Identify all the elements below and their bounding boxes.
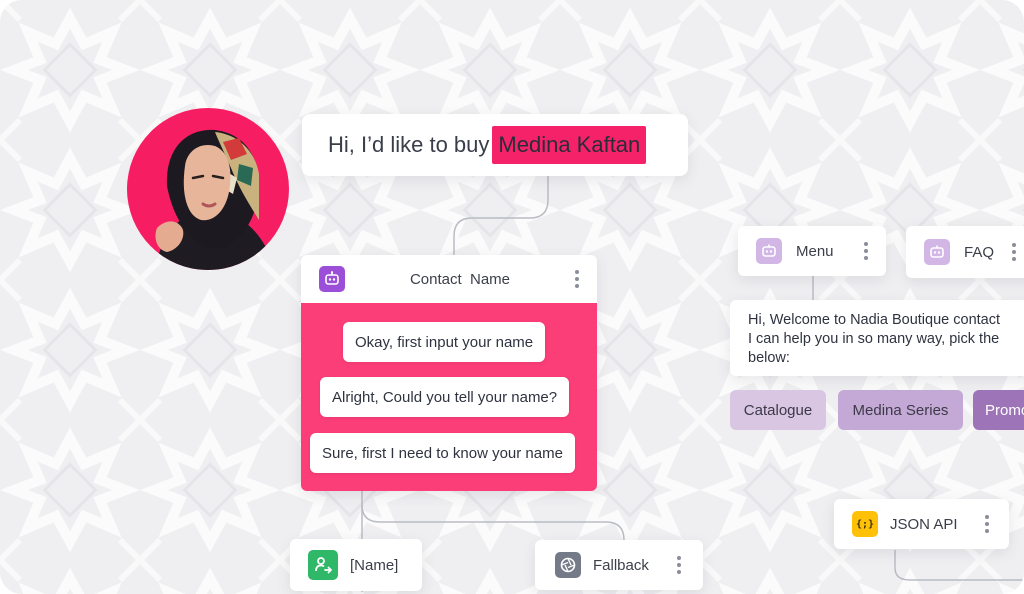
- name-variable-label: [Name]: [350, 556, 399, 574]
- more-options-icon[interactable]: [985, 515, 989, 533]
- contact-name-header: Contact Name: [301, 255, 597, 303]
- code-braces-icon: {;}: [852, 511, 878, 537]
- flow-canvas: Hi, I’d like to buy Medina Kaftan Contac…: [0, 0, 1024, 594]
- faq-node[interactable]: FAQ: [906, 226, 1024, 278]
- fallback-node[interactable]: Fallback: [535, 540, 703, 590]
- welcome-line: below:: [748, 350, 790, 366]
- menu-label: Menu: [796, 242, 834, 260]
- aperture-icon: [555, 552, 581, 578]
- more-options-icon[interactable]: [677, 556, 681, 574]
- quick-reply-promo[interactable]: Promo: [973, 390, 1024, 430]
- json-api-node[interactable]: {;} JSON API: [834, 499, 1009, 549]
- contact-name-title: Contact Name: [409, 270, 511, 288]
- quick-reply-catalogue[interactable]: Catalogue: [730, 390, 826, 430]
- avatar: [127, 108, 289, 270]
- person-illustration: [149, 129, 275, 270]
- faq-label: FAQ: [964, 243, 995, 261]
- json-api-label: JSON API: [890, 515, 958, 533]
- fallback-label: Fallback: [593, 556, 649, 574]
- product-highlight[interactable]: Medina Kaftan: [492, 126, 647, 164]
- quick-reply-medina-series[interactable]: Medina Series: [838, 390, 963, 430]
- responses-panel: Okay, first input your name Alright, Cou…: [301, 303, 597, 491]
- welcome-message-card: Hi, Welcome to Nadia Boutique contact I …: [730, 300, 1024, 376]
- welcome-line: Hi, Welcome to Nadia Boutique contact: [748, 312, 1001, 328]
- user-message-bubble: Hi, I’d like to buy Medina Kaftan: [302, 114, 688, 176]
- welcome-line: I can help you in so many way, pick the: [748, 331, 1000, 347]
- more-options-icon[interactable]: [1012, 243, 1017, 261]
- bot-icon: [924, 239, 950, 265]
- response-option[interactable]: Okay, first input your name: [343, 322, 546, 362]
- bot-icon: [756, 238, 782, 264]
- bot-icon: [319, 266, 345, 292]
- more-options-icon[interactable]: [864, 242, 868, 260]
- more-options-icon[interactable]: [575, 270, 579, 288]
- contact-name-block[interactable]: Contact Name Okay, first input your name…: [301, 255, 597, 491]
- response-option[interactable]: Sure, first I need to know your name: [310, 433, 575, 473]
- menu-node[interactable]: Menu: [738, 226, 886, 276]
- name-variable-node[interactable]: [Name]: [290, 539, 422, 591]
- user-message-text: Hi, I’d like to buy: [328, 132, 490, 157]
- response-option[interactable]: Alright, Could you tell your name?: [320, 377, 570, 417]
- user-transfer-icon: [308, 550, 338, 580]
